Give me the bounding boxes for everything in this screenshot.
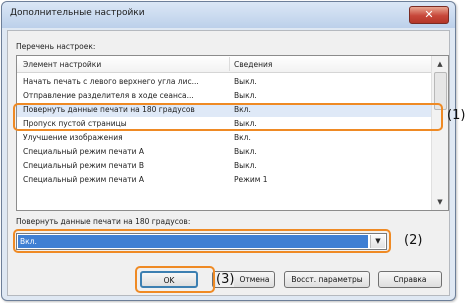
row-item: Отправление разделителя в ходе сеанса...: [23, 91, 194, 100]
row-value: Выкл.: [234, 77, 257, 86]
column-header-value[interactable]: Сведения: [234, 60, 272, 69]
callout-2-label: (2): [404, 233, 423, 248]
list-row[interactable]: Начать печать с левого верхнего угла лис…: [17, 75, 431, 89]
column-header-item[interactable]: Элемент настройки: [23, 60, 101, 69]
row-value: Выкл.: [234, 91, 257, 100]
settings-list[interactable]: Элемент настройки Сведения Начать печать…: [16, 55, 449, 211]
column-divider[interactable]: [229, 57, 230, 71]
callout-2-highlight: [13, 229, 391, 253]
callout-1-label: (1): [447, 108, 466, 123]
list-header: Элемент настройки Сведения: [17, 56, 431, 73]
list-row[interactable]: Улучшение изображения Вкл.: [17, 131, 431, 145]
scroll-up-arrow-icon[interactable]: ▲: [432, 57, 448, 71]
list-row[interactable]: Специальный режим печати A Выкл.: [17, 145, 431, 159]
scroll-down-arrow-icon[interactable]: ▼: [432, 195, 448, 209]
row-item: Начать печать с левого верхнего угла лис…: [23, 77, 199, 86]
callout-1-highlight: [13, 103, 443, 131]
help-button[interactable]: Справка: [378, 271, 442, 288]
list-row[interactable]: Специальный режим печати B Выкл.: [17, 159, 431, 173]
row-item: Специальный режим печати A: [23, 175, 144, 184]
settings-list-label: Перечень настроек:: [16, 42, 96, 51]
close-icon: ✕: [424, 8, 434, 21]
row-value: Выкл.: [234, 161, 257, 170]
row-item: Специальный режим печати B: [23, 161, 144, 170]
window-title: Дополнительные настройки: [10, 8, 145, 18]
list-row[interactable]: Отправление разделителя в ходе сеанса...…: [17, 89, 431, 103]
close-button[interactable]: ✕: [409, 6, 449, 24]
title-bar[interactable]: Дополнительные настройки ✕: [2, 2, 455, 28]
row-value: Вкл.: [234, 133, 251, 142]
callout-3-highlight: [135, 266, 215, 293]
row-value: Режим 1: [234, 175, 268, 184]
list-scrollbar[interactable]: ▲ ▼: [431, 56, 448, 210]
row-value: Выкл.: [234, 147, 257, 156]
list-row[interactable]: Специальный режим печати A Режим 1: [17, 173, 431, 187]
row-item: Специальный режим печати A: [23, 147, 144, 156]
callout-3-label: (3): [216, 272, 235, 287]
row-item: Улучшение изображения: [23, 133, 123, 142]
combo-label: Повернуть данные печати на 180 градусов:: [16, 217, 191, 226]
restore-defaults-button[interactable]: Восст. параметры: [284, 271, 370, 288]
